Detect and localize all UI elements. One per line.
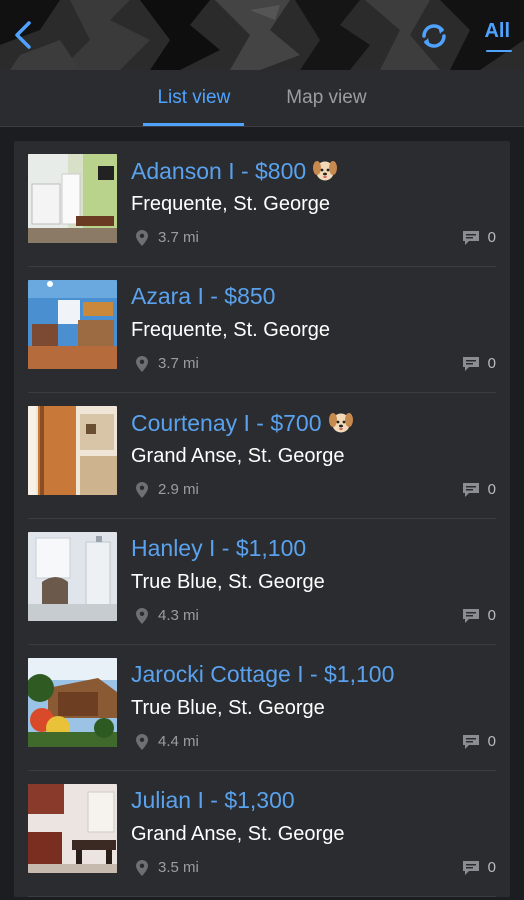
refresh-button[interactable]: [416, 18, 452, 54]
comment-count: 0: [487, 355, 496, 372]
listing-thumbnail[interactable]: [28, 406, 117, 495]
listing-comments[interactable]: 0: [462, 355, 496, 372]
listing-thumbnail[interactable]: [28, 280, 117, 369]
pet-friendly-icon: [313, 161, 338, 181]
back-button[interactable]: [6, 14, 40, 56]
listings-container: Adanson I - $800 Frequente, St. George 3…: [0, 127, 524, 897]
location-pin-icon: [136, 607, 148, 624]
listing-title-text: Adanson I - $800: [131, 158, 307, 184]
listing-distance: 3.7 mi: [136, 229, 199, 246]
distance-text: 4.4 mi: [158, 733, 199, 750]
listing-title[interactable]: Adanson I - $800: [131, 157, 338, 185]
listing-row[interactable]: Azara I - $850 Frequente, St. George 3.7…: [28, 267, 496, 393]
distance-text: 2.9 mi: [158, 481, 199, 498]
listing-comments[interactable]: 0: [462, 229, 496, 246]
listing-address: Grand Anse, St. George: [131, 823, 345, 845]
comment-icon: [462, 608, 479, 623]
distance-text: 4.3 mi: [158, 607, 199, 624]
listing-thumbnail[interactable]: [28, 532, 117, 621]
listing-row[interactable]: Adanson I - $800 Frequente, St. George 3…: [28, 141, 496, 267]
location-pin-icon: [136, 733, 148, 750]
listing-title[interactable]: Jarocki Cottage I - $1,100: [131, 661, 394, 688]
listing-comments[interactable]: 0: [462, 607, 496, 624]
chevron-left-icon: [15, 21, 31, 49]
pet-friendly-icon: [328, 413, 353, 433]
location-pin-icon: [136, 481, 148, 498]
listing-address: Frequente, St. George: [131, 319, 331, 341]
listing-thumbnail[interactable]: [28, 784, 117, 873]
location-pin-icon: [136, 859, 148, 876]
listing-thumbnail[interactable]: [28, 658, 117, 747]
distance-text: 3.7 mi: [158, 355, 199, 372]
comment-icon: [462, 860, 479, 875]
listing-row[interactable]: Julian I - $1,300 Grand Anse, St. George…: [28, 771, 496, 897]
listing-comments[interactable]: 0: [462, 481, 496, 498]
listing-address: True Blue, St. George: [131, 571, 325, 593]
comment-count: 0: [487, 481, 496, 498]
comment-icon: [462, 230, 479, 245]
tab-list-view[interactable]: List view: [143, 70, 245, 126]
listing-distance: 4.4 mi: [136, 733, 199, 750]
listing-comments[interactable]: 0: [462, 859, 496, 876]
listing-title-text: Julian I - $1,300: [131, 787, 295, 813]
distance-text: 3.5 mi: [158, 859, 199, 876]
listings-list: Adanson I - $800 Frequente, St. George 3…: [14, 141, 510, 897]
comment-icon: [462, 482, 479, 497]
listing-title[interactable]: Julian I - $1,300: [131, 787, 295, 814]
listing-title-text: Hanley I - $1,100: [131, 535, 307, 561]
listing-title[interactable]: Hanley I - $1,100: [131, 535, 306, 562]
refresh-icon: [422, 24, 446, 48]
listing-row[interactable]: Hanley I - $1,100 True Blue, St. George …: [28, 519, 496, 645]
listing-title-text: Jarocki Cottage I - $1,100: [131, 661, 395, 687]
listing-title-text: Azara I - $850: [131, 283, 276, 309]
tab-map-view[interactable]: Map view: [272, 70, 380, 126]
distance-text: 3.7 mi: [158, 229, 199, 246]
location-pin-icon: [136, 229, 148, 246]
comment-icon: [462, 734, 479, 749]
listing-title[interactable]: Courtenay I - $700: [131, 409, 354, 437]
filter-all-underline: [486, 50, 512, 52]
comment-count: 0: [487, 229, 496, 246]
listing-address: True Blue, St. George: [131, 697, 325, 719]
filter-all-button[interactable]: All: [484, 20, 510, 43]
view-tabs: List view Map view: [0, 70, 524, 127]
top-bar: All: [0, 0, 524, 70]
listing-thumbnail[interactable]: [28, 154, 117, 243]
comment-count: 0: [487, 859, 496, 876]
location-pin-icon: [136, 355, 148, 372]
listing-distance: 3.7 mi: [136, 355, 199, 372]
listing-address: Frequente, St. George: [131, 193, 331, 215]
listing-distance: 3.5 mi: [136, 859, 199, 876]
listing-distance: 2.9 mi: [136, 481, 199, 498]
listing-address: Grand Anse, St. George: [131, 445, 345, 467]
listing-row[interactable]: Courtenay I - $700 Grand Anse, St. Georg…: [28, 393, 496, 519]
listing-row[interactable]: Jarocki Cottage I - $1,100 True Blue, St…: [28, 645, 496, 771]
comment-icon: [462, 356, 479, 371]
comment-count: 0: [487, 607, 496, 624]
comment-count: 0: [487, 733, 496, 750]
listing-distance: 4.3 mi: [136, 607, 199, 624]
listing-title-text: Courtenay I - $700: [131, 410, 322, 436]
listing-comments[interactable]: 0: [462, 733, 496, 750]
listing-title[interactable]: Azara I - $850: [131, 283, 275, 310]
